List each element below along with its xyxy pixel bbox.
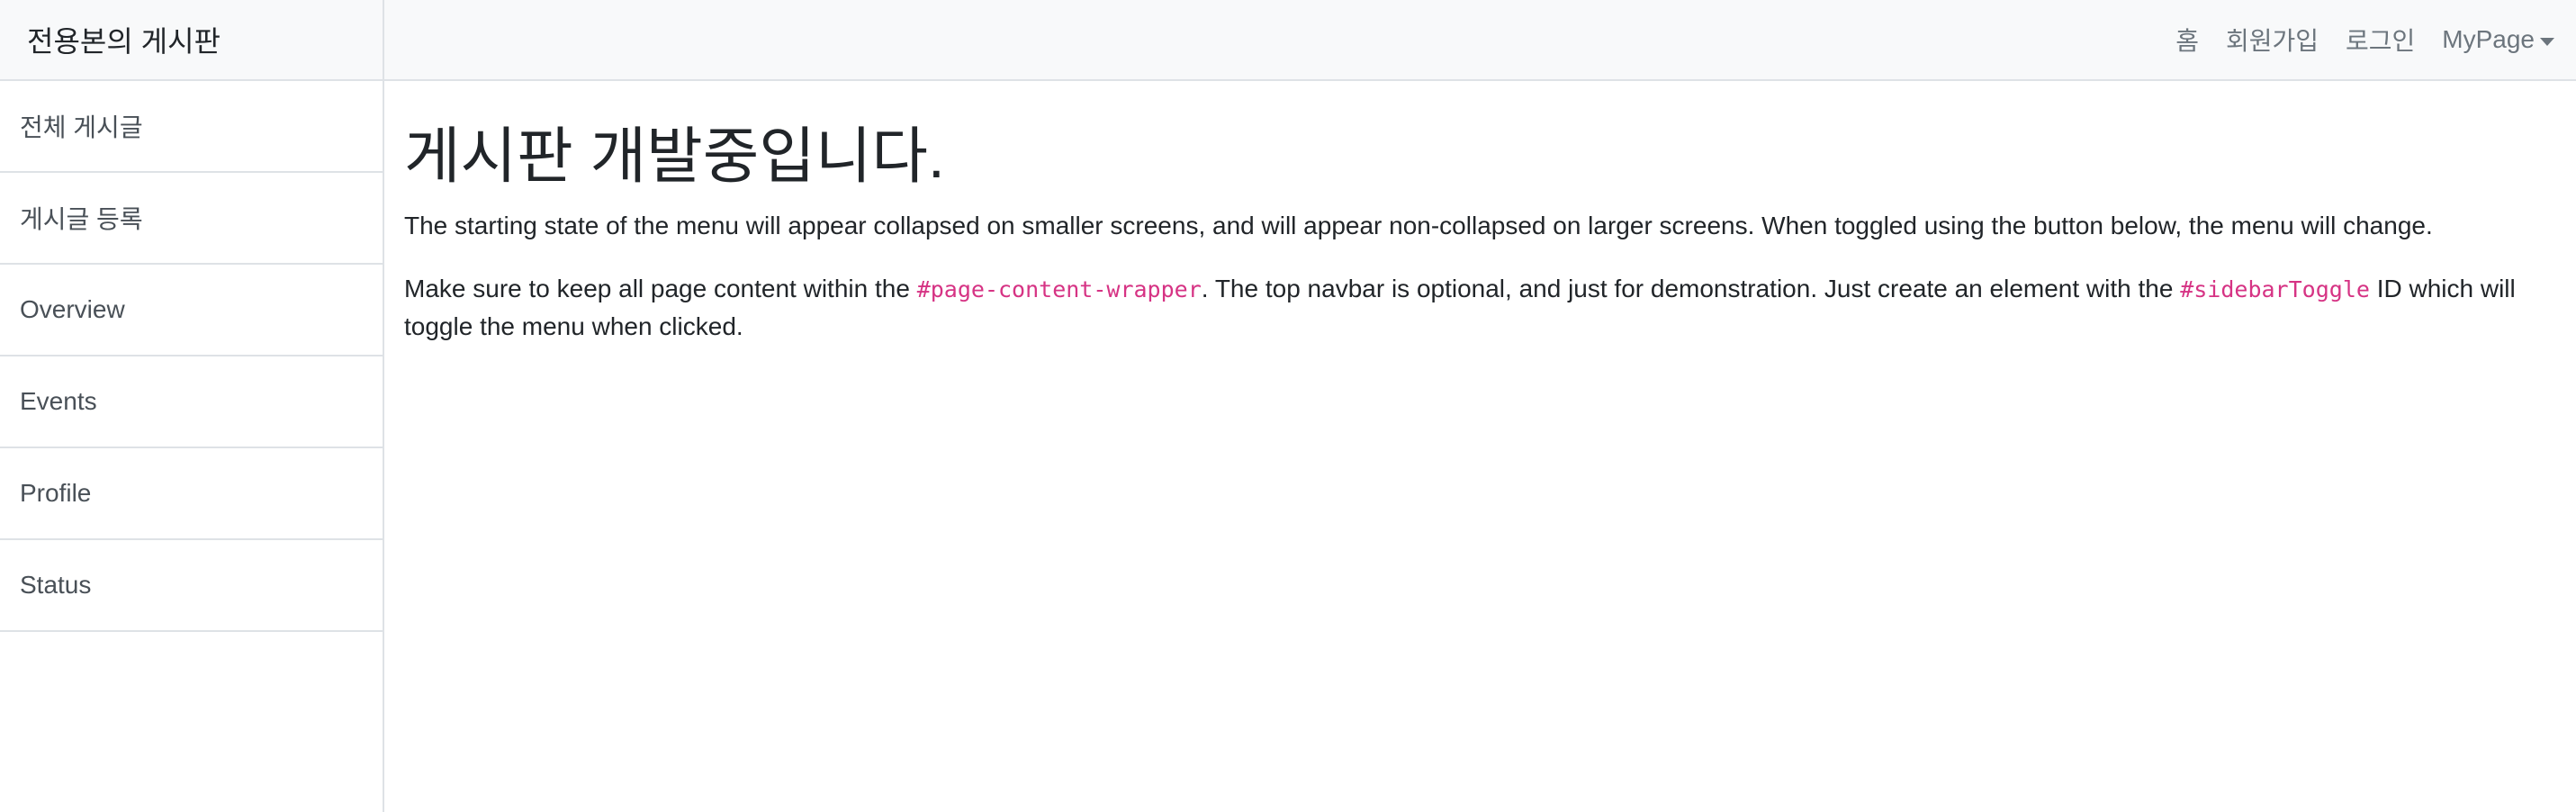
sidebar-item-profile[interactable]: Profile [0, 448, 383, 540]
sidebar-item-events[interactable]: Events [0, 356, 383, 448]
sidebar: 전용본의 게시판 전체 게시글 게시글 등록 Overview Events P… [0, 0, 384, 812]
page-wrapper: 전용본의 게시판 전체 게시글 게시글 등록 Overview Events P… [0, 0, 2576, 812]
nav-signup-link[interactable]: 회원가입 [2226, 22, 2319, 58]
intro-paragraph: The starting state of the menu will appe… [404, 211, 2433, 239]
caret-down-icon [2540, 37, 2554, 46]
sidebar-item-overview[interactable]: Overview [0, 265, 383, 356]
page-title: 게시판 개발중입니다. [404, 122, 945, 191]
instructions-text-1: Make sure to keep all page content withi… [404, 274, 917, 302]
code-sidebar-toggle: #sidebarToggle [2180, 275, 2370, 302]
code-page-content-wrapper: #page-content-wrapper [916, 275, 1202, 302]
nav-home-link[interactable]: 홈 [2175, 22, 2199, 58]
nav-mypage-dropdown[interactable]: MyPage [2442, 25, 2554, 54]
top-navbar: 홈 회원가입 로그인 MyPage [384, 0, 2576, 81]
sidebar-item-all-posts[interactable]: 전체 게시글 [0, 81, 383, 173]
instructions-paragraph: Make sure to keep all page content withi… [404, 270, 2556, 346]
sidebar-item-new-post[interactable]: 게시글 등록 [0, 173, 383, 265]
page-content-wrapper: 홈 회원가입 로그인 MyPage 게시판 개발중입니다. The starti… [384, 0, 2576, 812]
sidebar-heading: 전용본의 게시판 [0, 0, 383, 81]
sidebar-item-status[interactable]: Status [0, 540, 383, 632]
nav-mypage-label: MyPage [2442, 25, 2535, 53]
instructions-text-2: . The top navbar is optional, and just f… [1201, 274, 2181, 302]
main-content: 게시판 개발중입니다. The starting state of the me… [384, 81, 2576, 371]
nav-login-link[interactable]: 로그인 [2346, 22, 2415, 58]
